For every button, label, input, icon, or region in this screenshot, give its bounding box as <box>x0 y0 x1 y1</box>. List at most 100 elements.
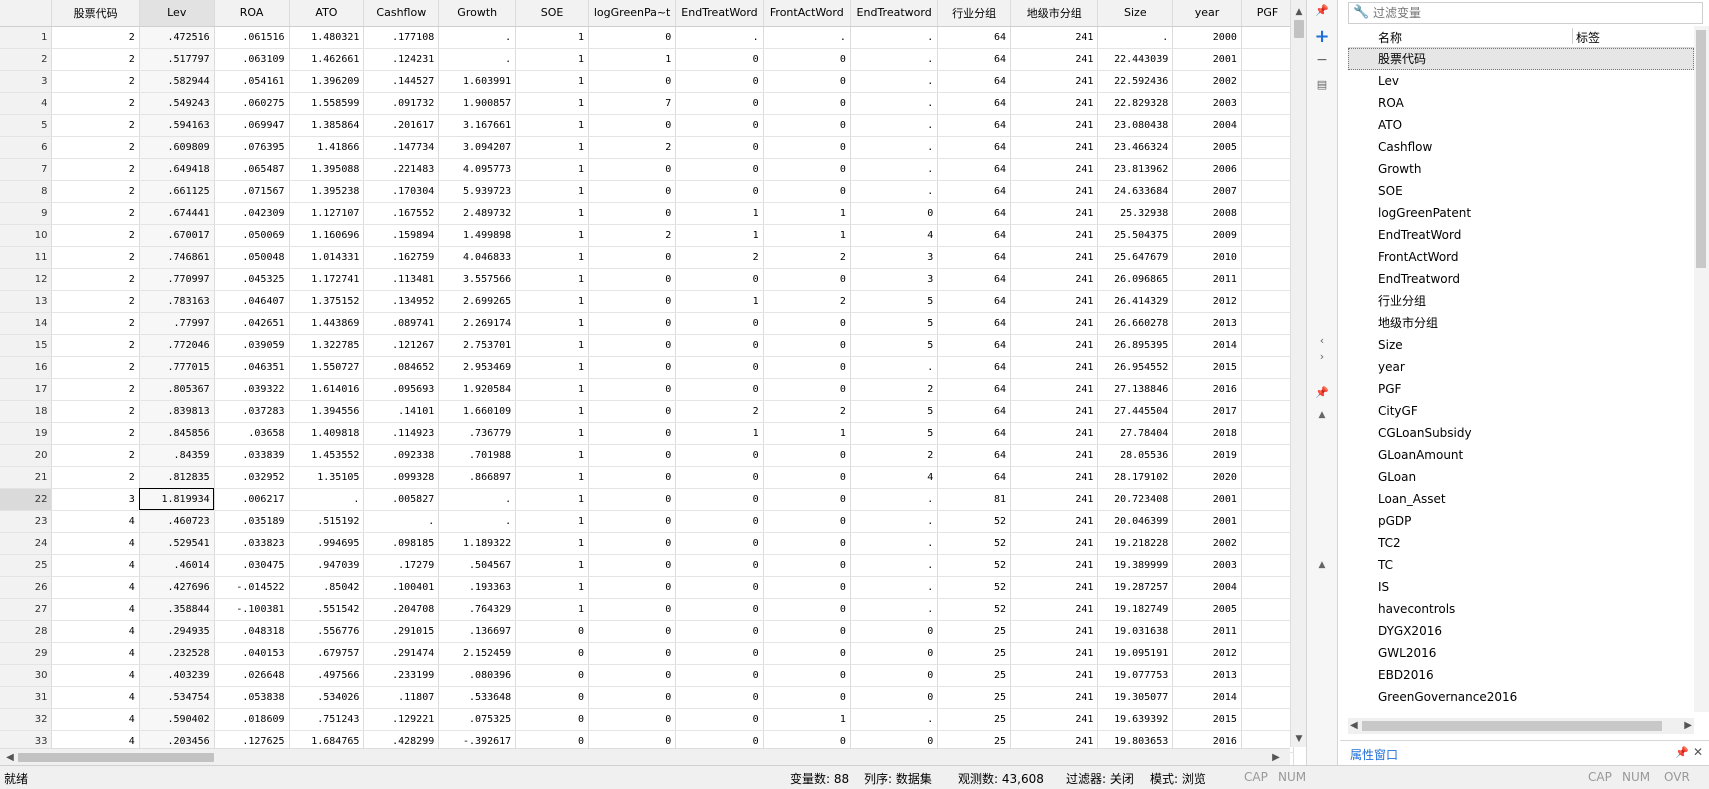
data-cell[interactable]: 19.182749 <box>1097 598 1174 621</box>
data-cell[interactable]: . <box>850 510 939 533</box>
data-cell[interactable] <box>1241 202 1295 225</box>
data-cell[interactable]: 241 <box>1010 554 1099 577</box>
data-cell[interactable]: 0 <box>588 158 677 181</box>
data-cell[interactable]: 27.445504 <box>1097 400 1174 423</box>
data-cell[interactable]: 1 <box>515 554 589 577</box>
data-cell[interactable]: . <box>850 114 939 137</box>
data-cell[interactable]: . <box>1097 26 1174 49</box>
data-cell[interactable]: 0 <box>763 466 851 489</box>
data-cell[interactable]: 26.414329 <box>1097 290 1174 313</box>
remove-variable-icon[interactable]: − <box>1307 52 1337 68</box>
data-cell[interactable]: 4 <box>51 642 140 665</box>
wrench-icon[interactable]: 🔧 <box>1353 5 1369 20</box>
data-cell[interactable]: 2015 <box>1172 708 1242 731</box>
row-number[interactable]: 16 <box>0 356 53 379</box>
data-cell[interactable]: 1.900857 <box>438 92 517 115</box>
data-cell[interactable]: .551542 <box>289 598 365 621</box>
variable-list-item[interactable]: EndTreatWord <box>1348 224 1694 246</box>
data-cell[interactable]: 1 <box>763 202 851 225</box>
data-cell[interactable]: 1 <box>763 422 851 445</box>
data-cell[interactable]: 1 <box>515 356 589 379</box>
data-cell[interactable]: 2 <box>51 378 140 401</box>
data-cell[interactable]: 2006 <box>1172 158 1242 181</box>
column-header[interactable]: EndTreatWord <box>675 0 764 27</box>
data-cell[interactable]: 0 <box>588 400 677 423</box>
data-cell[interactable]: 2 <box>51 356 140 379</box>
table-row[interactable]: 7 2.649418.065487 1.395088.221483 4.095773 1… <box>0 158 1295 181</box>
data-cell[interactable]: 0 <box>675 268 764 291</box>
data-cell[interactable]: .590402 <box>139 708 215 731</box>
data-cell[interactable]: .291015 <box>363 620 440 643</box>
data-cell[interactable]: .812835 <box>139 466 215 489</box>
table-row[interactable]: 5 2.594163.069947 1.385864.201617 3.167661 1… <box>0 114 1295 137</box>
data-cell[interactable] <box>1241 136 1295 159</box>
data-cell[interactable]: 2 <box>51 136 140 159</box>
data-cell[interactable]: 2019 <box>1172 444 1242 467</box>
data-cell[interactable]: .772046 <box>139 334 215 357</box>
variable-list-item[interactable]: logGreenPatent <box>1348 202 1694 224</box>
data-cell[interactable] <box>1241 290 1295 313</box>
data-cell[interactable]: .504567 <box>438 554 517 577</box>
data-cell[interactable]: 64 <box>937 246 1012 269</box>
data-cell[interactable]: 241 <box>1010 444 1099 467</box>
data-cell[interactable]: 2003 <box>1172 554 1242 577</box>
data-cell[interactable]: 26.954552 <box>1097 356 1174 379</box>
add-variable-icon[interactable]: + <box>1307 26 1337 47</box>
data-cell[interactable]: 2 <box>51 70 140 93</box>
data-cell[interactable]: 0 <box>588 70 677 93</box>
data-cell[interactable]: 64 <box>937 378 1012 401</box>
data-cell[interactable]: 0 <box>850 620 939 643</box>
data-cell[interactable]: 3.557566 <box>438 268 517 291</box>
data-cell[interactable]: 1.443869 <box>289 312 365 335</box>
data-cell[interactable]: 0 <box>763 510 851 533</box>
data-cell[interactable]: 26.660278 <box>1097 312 1174 335</box>
row-number[interactable]: 24 <box>0 532 53 555</box>
data-cell[interactable]: 2001 <box>1172 488 1242 511</box>
data-cell[interactable]: 2013 <box>1172 664 1242 687</box>
data-cell[interactable]: 1 <box>515 444 589 467</box>
data-cell[interactable]: 2 <box>51 312 140 335</box>
data-cell[interactable]: 4 <box>51 554 140 577</box>
data-cell[interactable]: 241 <box>1010 92 1099 115</box>
data-cell[interactable]: . <box>438 26 517 49</box>
data-cell[interactable]: 64 <box>937 422 1012 445</box>
data-cell[interactable]: 0 <box>588 356 677 379</box>
data-cell[interactable]: .670017 <box>139 224 215 247</box>
variable-list-item[interactable]: 股票代码 <box>1348 48 1694 70</box>
data-cell[interactable]: 2 <box>51 334 140 357</box>
data-cell[interactable]: .136697 <box>438 620 517 643</box>
column-header[interactable]: EndTreatword <box>850 0 939 27</box>
table-row[interactable]: 6 2.609809.076395 1.41866.147734 3.094207 1 2… <box>0 136 1295 159</box>
data-cell[interactable]: 64 <box>937 70 1012 93</box>
data-cell[interactable]: .751243 <box>289 708 365 731</box>
data-cell[interactable]: 0 <box>763 158 851 181</box>
data-cell[interactable]: . <box>850 488 939 511</box>
variable-list-item[interactable]: GLoan <box>1348 466 1694 488</box>
data-cell[interactable]: 19.639392 <box>1097 708 1174 731</box>
variables-horizontal-scroll-thumb[interactable] <box>1362 721 1662 731</box>
data-cell[interactable]: 4.095773 <box>438 158 517 181</box>
data-cell[interactable]: 2003 <box>1172 92 1242 115</box>
variable-list-item[interactable]: EndTreatword <box>1348 268 1694 290</box>
data-cell[interactable]: . <box>850 180 939 203</box>
data-cell[interactable]: 1.453552 <box>289 444 365 467</box>
data-cell[interactable]: 0 <box>850 202 939 225</box>
data-cell[interactable]: 64 <box>937 136 1012 159</box>
data-cell[interactable]: 4 <box>51 598 140 621</box>
data-cell[interactable]: 1.499898 <box>438 224 517 247</box>
data-cell[interactable]: 0 <box>588 708 677 731</box>
data-cell[interactable]: 1.322785 <box>289 334 365 357</box>
data-cell[interactable]: 1 <box>515 510 589 533</box>
data-cell[interactable]: 241 <box>1010 532 1099 555</box>
data-cell[interactable]: .092338 <box>363 444 440 467</box>
data-cell[interactable]: 0 <box>675 334 764 357</box>
data-cell[interactable]: 1.660109 <box>438 400 517 423</box>
row-number[interactable]: 28 <box>0 620 53 643</box>
data-cell[interactable]: .221483 <box>363 158 440 181</box>
data-cell[interactable]: 1 <box>515 26 589 49</box>
data-cell[interactable]: 4 <box>850 224 939 247</box>
table-row[interactable]: 32 4.590402.018609.751243.129221.075325 0 0… <box>0 708 1295 731</box>
data-cell[interactable]: 64 <box>937 268 1012 291</box>
variable-list-item[interactable]: ATO <box>1348 114 1694 136</box>
variable-list-item[interactable]: SOE <box>1348 180 1694 202</box>
